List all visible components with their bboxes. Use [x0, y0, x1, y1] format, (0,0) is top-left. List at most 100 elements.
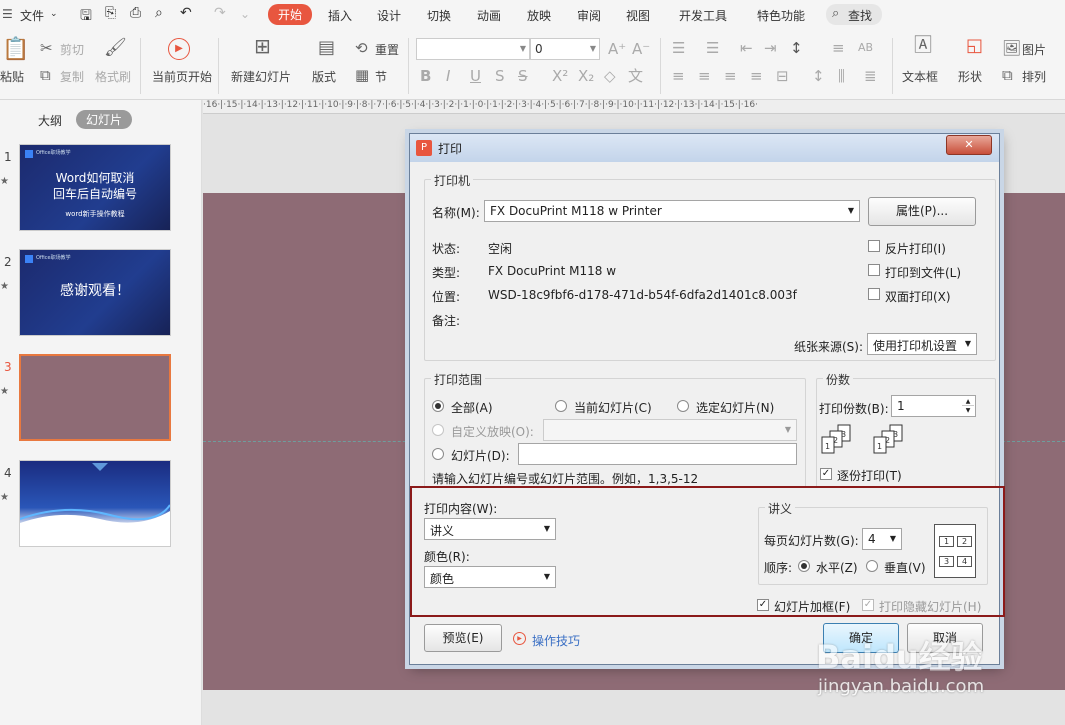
distribute-icon[interactable]: ⊟	[776, 68, 789, 84]
dialog-titlebar[interactable]: P 打印 ✕	[410, 134, 999, 162]
reset-button[interactable]: 重置	[375, 41, 399, 58]
range-slides-radio[interactable]	[432, 448, 444, 460]
svg-text:1: 1	[877, 442, 882, 451]
justify-icon[interactable]: ≡	[750, 68, 763, 84]
decrease-indent-icon[interactable]: ⇤	[740, 40, 753, 56]
align-center-icon[interactable]: ≡	[698, 68, 711, 84]
subscript-icon[interactable]: X₂	[578, 68, 594, 84]
printer-name-select[interactable]: FX DocuPrint M118 w Printer ▼	[484, 200, 860, 222]
superscript-icon[interactable]: X²	[552, 68, 568, 84]
shadow-icon[interactable]: S	[495, 68, 505, 84]
spin-down-icon[interactable]: ▼	[962, 406, 974, 415]
app-logo-icon: P	[416, 140, 432, 156]
tab-design[interactable]: 设计	[377, 7, 401, 24]
slide-thumbnail-2[interactable]: Office职场教学 感谢观看！	[19, 249, 171, 336]
increase-indent-icon[interactable]: ⇥	[764, 40, 777, 56]
tab-slides[interactable]: 幻灯片	[76, 110, 133, 129]
shrink-font-icon[interactable]: A⁻	[632, 41, 650, 57]
reset-icon: ⟲	[355, 39, 368, 57]
menu-icon[interactable]: ☰	[2, 7, 13, 21]
tab-insert[interactable]: 插入	[328, 7, 352, 24]
close-button[interactable]: ✕	[946, 135, 992, 155]
list-spacing-icon[interactable]: ≣	[864, 68, 877, 84]
range-custom-label: 自定义放映(O):	[451, 425, 534, 439]
range-selected-radio[interactable]	[677, 400, 689, 412]
custom-show-select[interactable]: ▼	[543, 419, 797, 441]
export-icon[interactable]: ⎘	[105, 5, 116, 21]
cut-button[interactable]: 剪切	[60, 41, 84, 58]
reverse-print-checkbox[interactable]	[868, 240, 880, 252]
play-from-current-button[interactable]: 当前页开始	[152, 68, 212, 85]
bullets-icon[interactable]: ☰	[672, 40, 685, 56]
tab-developer[interactable]: 开发工具	[679, 7, 727, 24]
slides-range-input[interactable]	[518, 443, 797, 465]
tab-view[interactable]: 视图	[626, 7, 650, 24]
preview-button[interactable]: 预览(E)	[424, 624, 502, 652]
duplex-checkbox[interactable]	[868, 288, 880, 300]
print-preview-icon[interactable]: ⌕	[155, 5, 163, 21]
paste-button[interactable]: 粘贴	[0, 68, 24, 85]
slide-thumbnail-1[interactable]: Office职场教学 Word如何取消 回车后自动编号 word新手操作教程	[19, 144, 171, 231]
arrange-button[interactable]: 排列	[1022, 68, 1046, 85]
slide-thumbnail-3[interactable]	[19, 354, 171, 441]
format-painter-button[interactable]: 格式刷	[95, 68, 131, 85]
collate-checkbox[interactable]: ✓	[820, 468, 832, 480]
highlight-box	[410, 486, 1005, 617]
shape-button[interactable]: 形状	[958, 68, 982, 85]
section-button[interactable]: 节	[375, 68, 387, 85]
paper-source-select[interactable]: 使用打印机设置 ▼	[867, 333, 977, 355]
copy-button[interactable]: 复制	[60, 68, 84, 85]
align-right-icon[interactable]: ≡	[724, 68, 737, 84]
search-box[interactable]: ⌕ 查找	[826, 4, 882, 25]
line-spacing-icon[interactable]: ≡	[832, 40, 845, 56]
print-icon[interactable]: ⎙	[130, 5, 141, 21]
dialog-title: 打印	[438, 142, 463, 156]
status-label: 状态:	[432, 242, 461, 256]
phonetic-icon[interactable]: 文	[628, 68, 643, 84]
redo-dropdown-icon[interactable]: ⌄	[240, 7, 250, 21]
strikethrough-icon[interactable]: S	[518, 68, 528, 84]
tab-special[interactable]: 特色功能	[757, 7, 805, 24]
font-name-combo[interactable]: ▼	[416, 38, 530, 60]
slide-brand: Office职场教学	[36, 150, 71, 156]
italic-icon[interactable]: I	[446, 68, 450, 84]
copies-spinner[interactable]: 1 ▲ ▼	[891, 395, 976, 417]
text-direction-icon[interactable]: ↕	[790, 40, 803, 56]
align-left-icon[interactable]: ≡	[672, 68, 685, 84]
range-all-radio[interactable]	[432, 400, 444, 412]
numbering-icon[interactable]: ☰	[706, 40, 719, 56]
new-slide-button[interactable]: 新建幻灯片	[231, 68, 291, 85]
tab-home[interactable]: 开始	[268, 4, 313, 25]
range-current-radio[interactable]	[555, 400, 567, 412]
font-size-value: 0	[535, 42, 543, 56]
slide-thumbnail-4[interactable]	[19, 460, 171, 547]
undo-icon[interactable]: ↶	[180, 5, 192, 21]
paste-icon[interactable]: 📋	[2, 38, 29, 62]
properties-button[interactable]: 属性(P)...	[868, 197, 976, 226]
tab-animations[interactable]: 动画	[477, 7, 501, 24]
tab-outline[interactable]: 大纲	[38, 112, 62, 129]
clear-format-icon[interactable]: ◇	[604, 68, 616, 84]
tips-link[interactable]: 操作技巧	[532, 632, 580, 649]
tab-transitions[interactable]: 切换	[427, 7, 451, 24]
underline-icon[interactable]: U	[470, 68, 481, 84]
layout-button[interactable]: 版式	[312, 68, 336, 85]
chevron-down-icon[interactable]: ⌄	[50, 9, 58, 19]
paragraph-spacing-icon[interactable]: ↕	[812, 68, 825, 84]
tab-review[interactable]: 审阅	[577, 7, 601, 24]
columns-icon[interactable]: ⫼	[838, 68, 845, 84]
picture-button[interactable]: 图片	[1022, 41, 1046, 58]
spin-up-icon[interactable]: ▲	[962, 397, 974, 406]
file-menu[interactable]: 文件	[20, 7, 44, 24]
font-size-combo[interactable]: 0 ▼	[530, 38, 600, 60]
tab-slideshow[interactable]: 放映	[527, 7, 551, 24]
range-custom-radio[interactable]	[432, 424, 444, 436]
bold-icon[interactable]: B	[420, 68, 431, 84]
textbox-button[interactable]: 文本框	[902, 68, 938, 85]
print-to-file-checkbox[interactable]	[868, 264, 880, 276]
save-icon[interactable]: 🖫	[80, 5, 92, 29]
redo-icon[interactable]: ↷	[214, 5, 226, 21]
text-align-icon[interactable]: AB	[858, 40, 873, 56]
grow-font-icon[interactable]: A⁺	[608, 41, 626, 57]
wave-graphic	[20, 463, 170, 546]
